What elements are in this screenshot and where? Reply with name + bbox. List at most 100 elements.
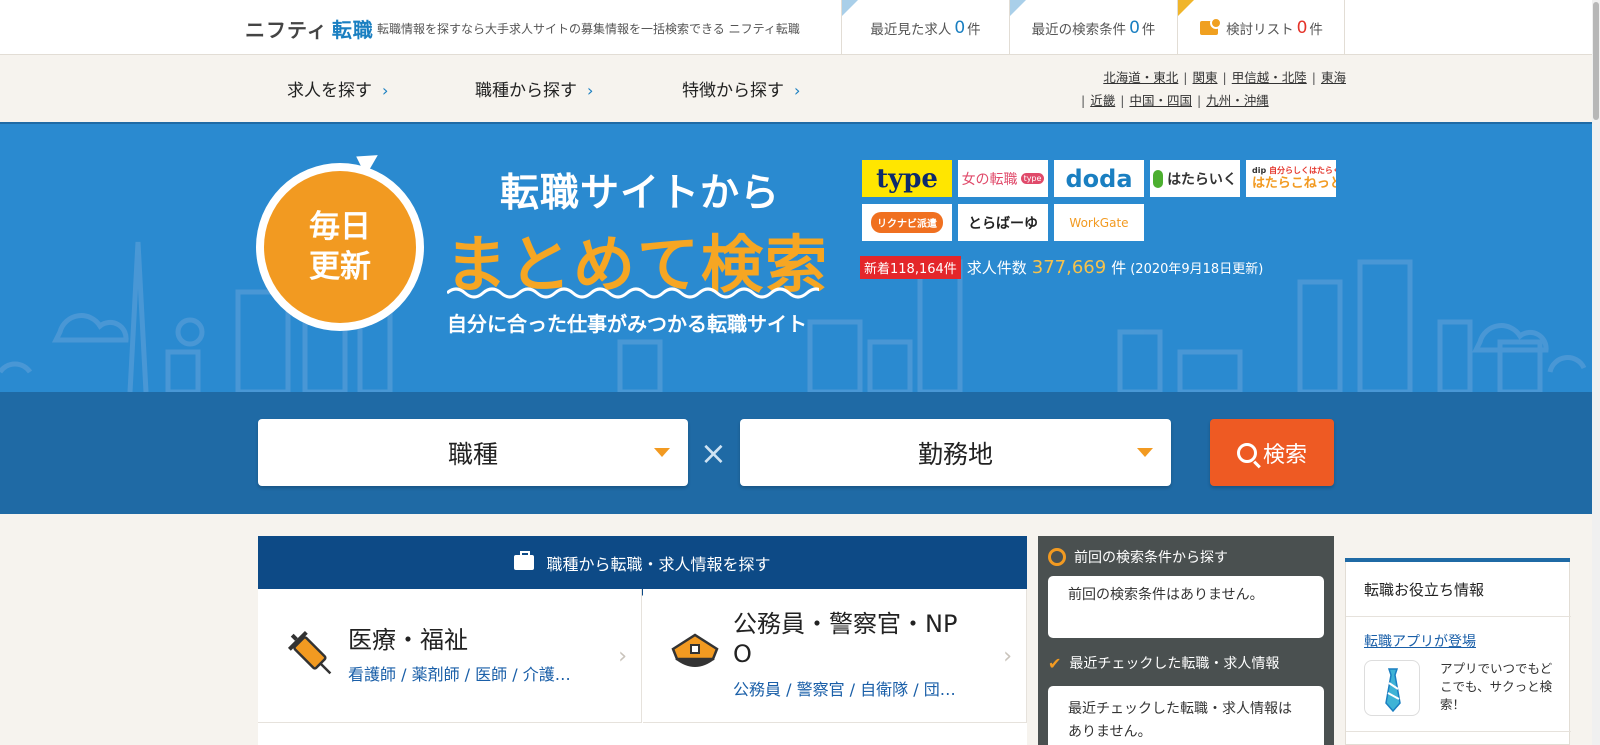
top-header: ニフティ 転職 転職情報を探すなら大手求人サイトの募集情報を一括検索できる ニフテ… (0, 0, 1600, 55)
site-tagline: 転職情報を探すなら大手求人サイトの募集情報を一括検索できる ニフティ転職 (377, 22, 800, 36)
times-icon: × (700, 434, 727, 472)
region-link-tokai[interactable]: 東海 (1321, 70, 1346, 85)
nav-by-feature[interactable]: 特徴から探す › (682, 76, 800, 101)
logo-accent-text: 転職 (331, 18, 374, 42)
location-select-value: 勤務地 (917, 439, 993, 469)
search-bar: 職種 × 勤務地 検索 (0, 392, 1600, 514)
leaf-icon (1153, 169, 1164, 188)
category-subtitle: 看護師 / 薬剤師 / 医師 / 介護… (348, 665, 571, 684)
category-panel-title: 職種から転職・求人情報を探す (546, 554, 771, 574)
chevron-right-icon: › (587, 81, 594, 100)
partner-logo-hatarako[interactable]: dip 自分らしくはたらく はたらこねっと (1246, 160, 1336, 197)
saved-list-label: 検討リスト (1226, 21, 1294, 38)
app-announcement-link[interactable]: 転職アプリが登場 (1364, 631, 1476, 651)
search-icon (1236, 442, 1257, 463)
last-search-title: 前回の検索条件から探す (1074, 550, 1228, 566)
last-search-heading: 前回の検索条件から探す (1048, 547, 1228, 567)
nav-find-jobs-label: 求人を探す (287, 81, 372, 101)
category-title-line-1: 公務員・警察官・NP (733, 610, 958, 638)
job-count-value: 377,669 (1031, 257, 1107, 278)
category-title: 公務員・警察官・NP O (733, 609, 957, 669)
corner-marker (1010, 0, 1026, 16)
category-panel-header: 職種から転職・求人情報を探す (258, 536, 1027, 589)
region-links: 北海道・東北 | 関東 | 甲信越・北陸 | 東海 | 近畿 | 中国・四国 | 九州・沖縄 (1081, 70, 1346, 108)
nav-by-occupation[interactable]: 職種から探す › (475, 76, 593, 101)
region-link-kanto[interactable]: 関東 (1193, 70, 1218, 85)
search-button-label: 検索 (1262, 442, 1307, 468)
partner-logo-hatarako-text: はたらこねっと (1252, 175, 1336, 191)
recent-searches-unit: 件 (1141, 21, 1156, 38)
dip-tagline: 自分らしくはたらく (1269, 165, 1336, 175)
region-link-hokkaido[interactable]: 北海道・東北 (1103, 70, 1178, 85)
search-history-panel: 前回の検索条件から探す 前回の検索条件はありません。 ✔ 最近チェックした転職・… (1038, 536, 1334, 745)
main-nav: 求人を探す › 職種から探す › 特徴から探す › 北海道・東北 | 関東 | 甲信越・北陸 |… (0, 56, 1600, 122)
category-title-line-2: O (733, 640, 752, 668)
saved-list-unit: 件 (1309, 21, 1323, 38)
nav-find-jobs[interactable]: 求人を探す › (287, 76, 388, 101)
occupation-select[interactable]: 職種 (258, 419, 688, 486)
scrollbar-thumb[interactable] (1593, 2, 1599, 120)
wave-divider (447, 287, 819, 299)
region-link-koshinetsu[interactable]: 甲信越・北陸 (1232, 70, 1307, 85)
last-search-empty-box: 前回の検索条件はありません。 (1048, 576, 1324, 638)
partner-logo-type[interactable]: type (862, 160, 952, 197)
category-title: 医療・福祉 (348, 626, 468, 654)
divider (1346, 616, 1571, 617)
partner-logo-workgate[interactable]: WorkGate (1054, 204, 1144, 241)
dip-text: dip (1252, 165, 1267, 175)
partner-logo-hataraiku-text: はたらいく (1167, 171, 1237, 188)
region-link-kyushu[interactable]: 九州・沖縄 (1206, 93, 1269, 108)
location-select[interactable]: 勤務地 (740, 419, 1171, 486)
chevron-right-icon: › (1003, 644, 1012, 669)
necktie-icon (1385, 668, 1401, 713)
nav-by-feature-label: 特徴から探す (682, 81, 784, 101)
partner-logo-doda[interactable]: doda (1054, 160, 1144, 197)
category-medical-welfare[interactable]: 医療・福祉 看護師 / 薬剤師 / 医師 / 介護… › (258, 589, 642, 723)
site-logo[interactable]: ニフティ 転職 (245, 14, 374, 43)
career-tips-panel: 転職お役立ち情報 転職アプリが登場 アプリでいつでもどこでも、サクっと検索！ (1345, 558, 1571, 745)
recent-check-empty-box: 最近チェックした転職・求人情報はありません。 (1048, 686, 1324, 745)
recent-jobs-label: 最近見た求人 (870, 21, 952, 38)
badge-line-2: 更新 (309, 249, 371, 285)
job-count-label: 求人件数 (966, 259, 1027, 277)
header-divider (1344, 0, 1345, 55)
search-button[interactable]: 検索 (1210, 419, 1334, 486)
recent-searches-button[interactable]: 最近の検索条件 0 件 (1009, 0, 1177, 55)
partner-logo-torabayu[interactable]: とらばーゆ (958, 204, 1048, 241)
folder-icon (1200, 16, 1223, 35)
briefcase-icon (514, 551, 535, 570)
recent-jobs-count: 0 (954, 17, 966, 38)
divider (1346, 731, 1571, 732)
app-thumbnail[interactable] (1364, 660, 1420, 716)
partner-logo-onna-no-tenshoku[interactable]: 女の転職 type (958, 160, 1048, 197)
daily-update-badge-text: 毎日 更新 (264, 171, 416, 323)
saved-list-count: 0 (1296, 17, 1308, 38)
update-date: (2020年9月18日更新) (1130, 262, 1264, 277)
category-subtitle: 公務員 / 警察官 / 自衛隊 / 団… (733, 680, 956, 699)
new-jobs-badge: 新着118,164件 (860, 256, 961, 279)
corner-marker (1178, 0, 1194, 16)
partner-logo-rikunabi-text: リクナビ派遣 (871, 212, 943, 233)
clock-icon (1048, 548, 1066, 566)
job-count-stats: 新着118,164件 求人件数 377,669 件 (2020年9月18日更新) (860, 256, 1263, 279)
police-cap-icon (671, 633, 719, 667)
partner-logo-hataraiku[interactable]: はたらいく (1150, 160, 1240, 197)
panel-accent-bar (1345, 558, 1570, 562)
hero-banner: 毎日 更新 転職サイトから まとめて検索 自分に合った仕事がみつかる転職サイト … (0, 122, 1600, 392)
hero-subtitle: 自分に合った仕事がみつかる転職サイト (447, 312, 807, 336)
region-link-kinki[interactable]: 近畿 (1090, 93, 1115, 108)
region-link-chugoku[interactable]: 中国・四国 (1129, 93, 1192, 108)
category-public-servant[interactable]: 公務員・警察官・NP O 公務員 / 警察官 / 自衛隊 / 団… › (643, 589, 1027, 723)
hero-headline-1: 転職サイトから (500, 171, 781, 216)
partner-logo-rikunabi-haken[interactable]: リクナビ派遣 (862, 204, 952, 241)
recent-check-heading: ✔ 最近チェックした転職・求人情報 (1048, 653, 1279, 673)
hero-top-border (0, 122, 1600, 124)
saved-list-button[interactable]: 検討リスト 0 件 (1177, 0, 1345, 55)
recent-jobs-button[interactable]: 最近見た求人 0 件 (841, 0, 1009, 55)
chevron-right-icon: › (618, 644, 627, 669)
recent-searches-label: 最近の検索条件 (1031, 21, 1127, 38)
logo-main-text: ニフティ (245, 18, 328, 42)
recent-check-title: 最近チェックした転職・求人情報 (1069, 656, 1280, 672)
dropdown-caret-icon (654, 448, 670, 457)
checkmark-icon: ✔ (1048, 653, 1062, 673)
